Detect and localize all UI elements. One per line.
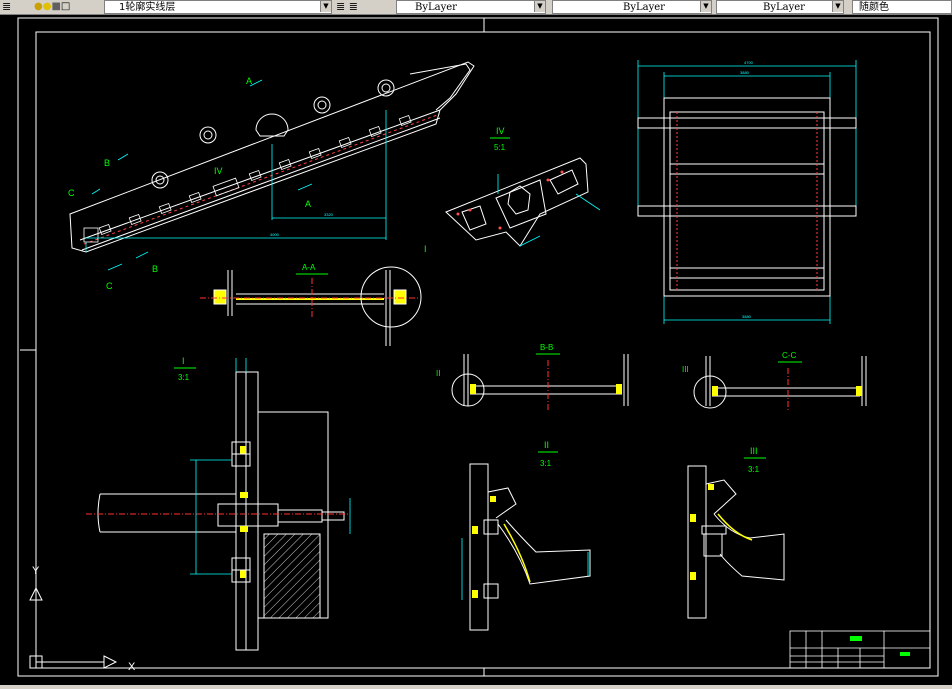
dimension-text: 4000 bbox=[270, 232, 280, 237]
ucs-x-label: X bbox=[128, 661, 136, 673]
linetype-dropdown[interactable]: ByLayer bbox=[552, 0, 712, 14]
frame-border bbox=[35, 31, 931, 669]
ucs-icon bbox=[29, 586, 118, 669]
detail-ii: II 3:1 bbox=[461, 440, 591, 631]
chevron-down-icon[interactable]: ▼ bbox=[320, 1, 331, 12]
layer-previous-icon[interactable]: ≣ ≣ bbox=[336, 0, 380, 14]
layer-state-icons[interactable]: ●●■□ bbox=[34, 0, 114, 14]
status-bar bbox=[0, 685, 952, 689]
section-cc: C-C III bbox=[682, 351, 867, 412]
detail-title: I bbox=[182, 356, 185, 366]
color-square-icon: □ bbox=[60, 1, 71, 12]
chevron-down-icon[interactable]: ▼ bbox=[700, 1, 711, 12]
top-view: 4700 3880 3880 bbox=[637, 60, 857, 324]
section-label: C bbox=[68, 188, 75, 198]
color-value: ByLayer bbox=[415, 2, 457, 13]
layer-dropdown[interactable]: 1轮廓实线层 bbox=[104, 0, 332, 14]
section-aa: A-A bbox=[200, 263, 422, 346]
section-label: A bbox=[246, 76, 252, 86]
linetype-value: ByLayer bbox=[623, 2, 665, 13]
section-label: IV bbox=[214, 166, 223, 176]
section-label: B bbox=[104, 158, 110, 168]
section-title: A-A bbox=[302, 263, 316, 272]
properties-toolbar: ≣ ●●■□ 1轮廓实线层 ▼ ≣ ≣ ByLayer ▼ ByLayer ▼ … bbox=[0, 0, 952, 15]
sheet-border bbox=[17, 17, 939, 677]
main-view: A A B B C C IV I 3320 4000 bbox=[68, 61, 475, 291]
detail-i: I 3:1 bbox=[86, 356, 351, 651]
detail-iii: III 3:1 bbox=[687, 446, 785, 619]
lightbulb-icon: ● bbox=[34, 1, 43, 12]
dimension-text: 3320 bbox=[324, 212, 334, 217]
section-bb: B-B II bbox=[436, 343, 629, 412]
dimension-text: 4700 bbox=[744, 60, 754, 65]
color-dropdown[interactable]: ByLayer bbox=[396, 0, 546, 14]
drawing-canvas[interactable]: A A B B C C IV I 3320 4000 IV 5:1 A-A 47… bbox=[0, 14, 952, 685]
layer-name: 1轮廓实线层 bbox=[119, 2, 176, 13]
plotstyle-dropdown[interactable]: 随颜色 bbox=[852, 0, 952, 14]
section-title: B-B bbox=[540, 343, 553, 352]
lock-icon: ■ bbox=[51, 1, 61, 12]
section-label: C bbox=[106, 281, 113, 291]
section-marker: III bbox=[682, 365, 689, 374]
chevron-down-icon[interactable]: ▼ bbox=[832, 1, 843, 12]
plotstyle-value: 随颜色 bbox=[859, 2, 889, 13]
detail-scale: 3:1 bbox=[748, 465, 760, 474]
detail-title: IV bbox=[496, 126, 505, 136]
lineweight-dropdown[interactable]: ByLayer bbox=[716, 0, 844, 14]
layer-manager-icon[interactable]: ≣ bbox=[2, 0, 32, 14]
section-marker: II bbox=[436, 369, 440, 378]
lineweight-value: ByLayer bbox=[763, 2, 805, 13]
section-label: B bbox=[152, 264, 158, 274]
section-label: I bbox=[424, 244, 427, 254]
section-title: C-C bbox=[782, 351, 796, 360]
ucs-y-label: Y bbox=[32, 565, 40, 577]
detail-title: III bbox=[750, 446, 758, 456]
section-label: A bbox=[305, 199, 311, 209]
dimension-text: 3880 bbox=[742, 314, 752, 319]
dimension-text: 3880 bbox=[740, 70, 750, 75]
detail-title: II bbox=[544, 440, 549, 450]
detail-scale: 3:1 bbox=[540, 459, 552, 468]
chevron-down-icon[interactable]: ▼ bbox=[534, 1, 545, 12]
detail-scale: 5:1 bbox=[494, 143, 506, 152]
title-block bbox=[789, 630, 931, 669]
detail-iv: IV 5:1 bbox=[445, 126, 601, 247]
detail-scale: 3:1 bbox=[178, 373, 190, 382]
